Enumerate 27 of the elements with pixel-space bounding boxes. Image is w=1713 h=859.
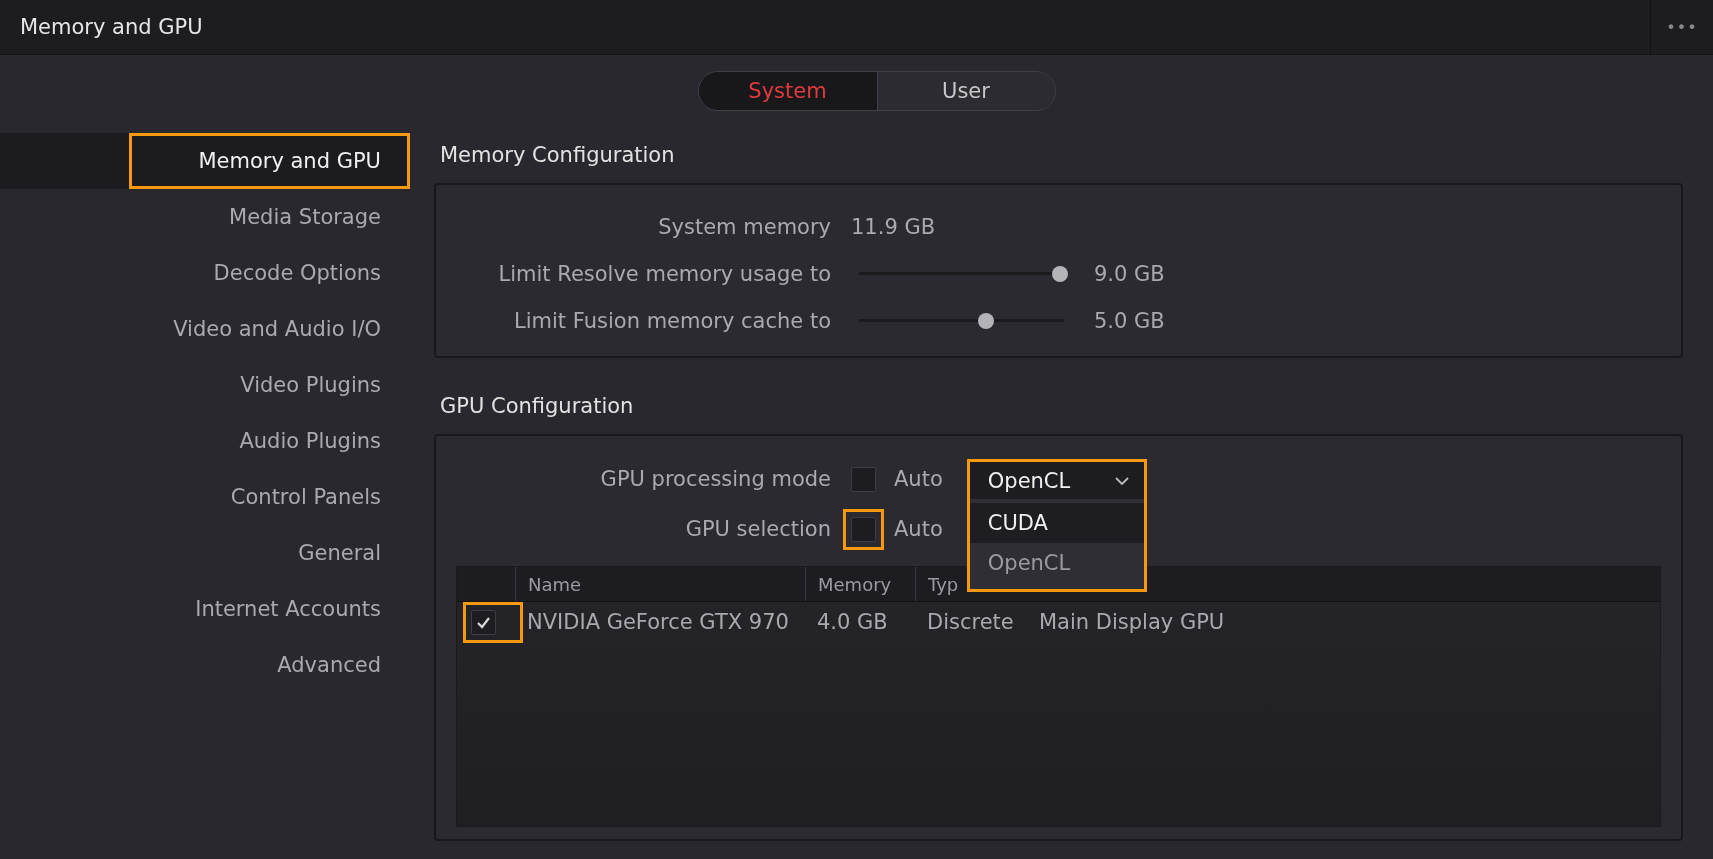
sidebar-label: Video Plugins [239, 372, 382, 399]
checkbox-label: Auto [894, 517, 943, 541]
window-title: Memory and GPU [19, 15, 203, 39]
table-cell-text: 4.0 GB [816, 610, 889, 634]
sidebar-label: Audio Plugins [238, 428, 382, 455]
table-cell-text: NVIDIA GeForce GTX 970 [526, 610, 790, 634]
setting-value: 9.0 GB [1094, 261, 1165, 286]
table-cell-text: Main Display GPU [1038, 610, 1226, 634]
setting-label: System memory [657, 214, 831, 239]
sidebar-label: Media Storage [228, 204, 382, 231]
table-cell-text: Discrete [926, 610, 1015, 634]
setting-value: 11.9 GB [851, 214, 936, 239]
section-heading: GPU Configuration [439, 393, 635, 420]
setting-label: GPU processing mode [599, 467, 831, 491]
setting-label: Limit Resolve memory usage to [497, 261, 831, 286]
sidebar-label: Control Panels [229, 484, 382, 511]
sidebar-label: Advanced [276, 652, 382, 679]
checkbox-label: Auto [894, 467, 943, 491]
sidebar-label: Video and Audio I/O [172, 316, 382, 343]
sidebar-label: Decode Options [212, 260, 382, 287]
sidebar-label: General [297, 540, 382, 567]
setting-label: Limit Fusion memory cache to [513, 308, 831, 333]
setting-label: GPU selection [684, 517, 831, 541]
sidebar-label: Internet Accounts [194, 596, 382, 623]
sidebar-label: Memory and GPU [129, 133, 410, 189]
setting-value: 5.0 GB [1094, 308, 1165, 333]
section-heading: Memory Configuration [439, 142, 676, 169]
